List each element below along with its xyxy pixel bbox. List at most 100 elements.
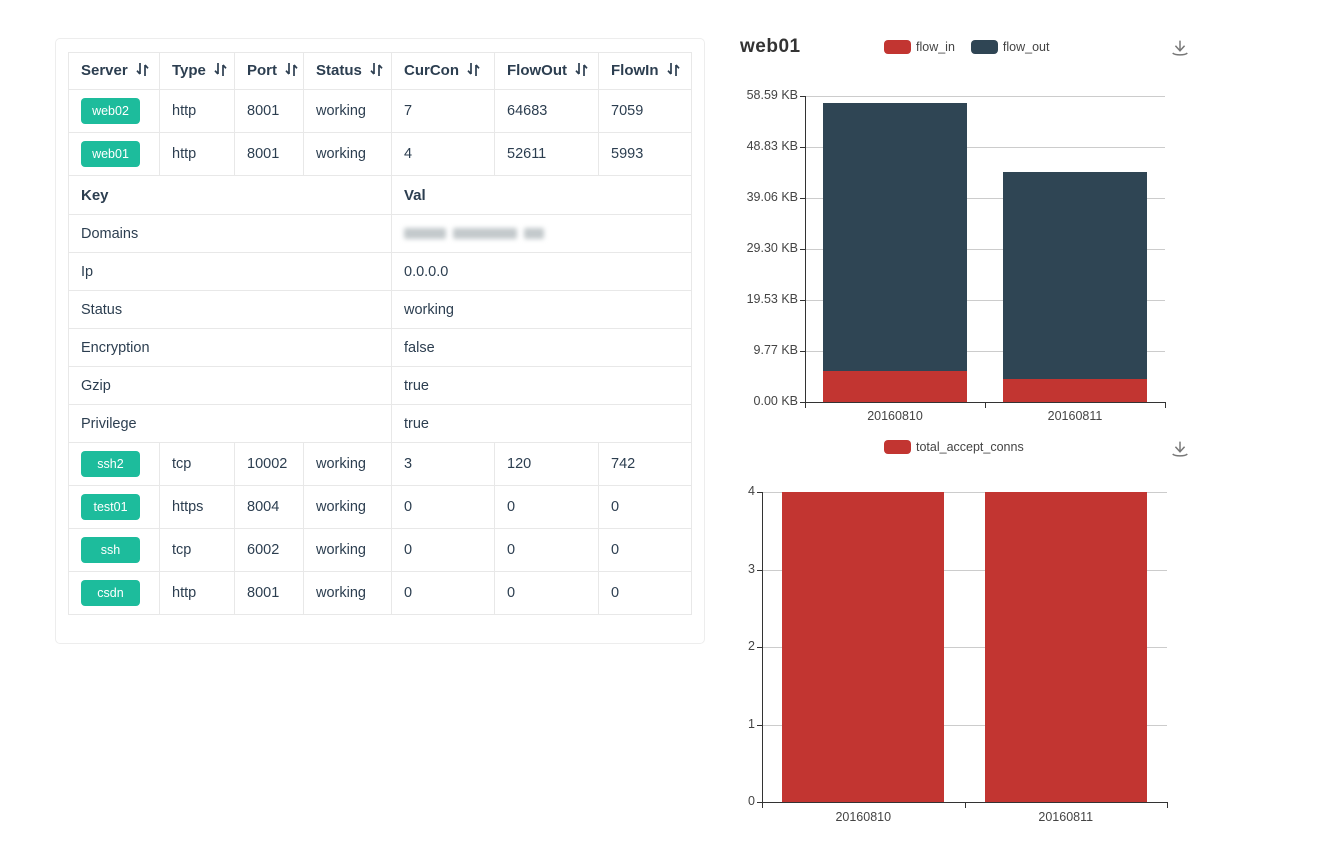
column-header-flowin[interactable]: FlowIn <box>599 53 692 90</box>
x-axis-label: 20160810 <box>762 810 965 824</box>
detail-row: Privilege true <box>69 405 692 443</box>
server-cell: web01 <box>69 133 160 176</box>
flowout-cell: 0 <box>495 486 599 529</box>
curcon-cell: 3 <box>392 443 495 486</box>
status-cell: working <box>304 133 392 176</box>
y-axis-label: 9.77 KB <box>703 343 798 357</box>
y-axis-label: 0.00 KB <box>703 394 798 408</box>
type-cell: https <box>160 486 235 529</box>
sort-icon <box>467 62 480 81</box>
server-badge-test01[interactable]: test01 <box>81 494 140 520</box>
y-axis-label: 29.30 KB <box>703 241 798 255</box>
chart2-legend: total_accept_conns <box>884 440 1024 454</box>
port-cell: 8001 <box>235 133 304 176</box>
detail-key: Domains <box>69 215 392 253</box>
flowin-cell: 0 <box>599 572 692 615</box>
status-cell: working <box>304 443 392 486</box>
legend-label: flow_in <box>916 40 955 54</box>
type-cell: tcp <box>160 529 235 572</box>
y-axis-label: 39.06 KB <box>703 190 798 204</box>
detail-key: Gzip <box>69 367 392 405</box>
flowout-cell: 0 <box>495 572 599 615</box>
server-cell: ssh <box>69 529 160 572</box>
flowin-cell: 5993 <box>599 133 692 176</box>
column-header-curcon[interactable]: CurCon <box>392 53 495 90</box>
detail-val: true <box>392 367 692 405</box>
x-axis-label: 20160811 <box>965 810 1168 824</box>
column-header-status[interactable]: Status <box>304 53 392 90</box>
flowin-cell: 742 <box>599 443 692 486</box>
port-cell: 8004 <box>235 486 304 529</box>
flowin-cell: 7059 <box>599 90 692 133</box>
download-icon[interactable] <box>1169 37 1191 59</box>
x-axis-tick <box>805 402 806 408</box>
detail-key-header: Key <box>69 176 392 215</box>
sort-icon <box>136 62 149 81</box>
server-table-card: Server Type Port Status CurCon FlowOut F… <box>55 38 705 644</box>
column-header-port[interactable]: Port <box>235 53 304 90</box>
port-cell: 8001 <box>235 90 304 133</box>
flowout-cell: 52611 <box>495 133 599 176</box>
server-cell: csdn <box>69 572 160 615</box>
detail-row: Domains <box>69 215 692 253</box>
detail-key: Status <box>69 291 392 329</box>
download-icon[interactable] <box>1169 438 1191 460</box>
x-axis-line <box>762 802 1168 803</box>
server-cell: ssh2 <box>69 443 160 486</box>
y-axis-label: 0 <box>660 794 755 808</box>
chart1-title: web01 <box>740 36 801 58</box>
legend-label: flow_out <box>1003 40 1050 54</box>
status-cell: working <box>304 486 392 529</box>
curcon-cell: 7 <box>392 90 495 133</box>
y-axis-line <box>805 96 806 402</box>
masked-domain-value <box>453 228 517 239</box>
type-cell: http <box>160 90 235 133</box>
detail-val-masked <box>392 215 692 253</box>
legend-item-flow_in[interactable]: flow_in <box>884 40 955 54</box>
sort-icon <box>575 62 588 81</box>
legend-swatch <box>971 40 998 54</box>
table-row: csdn http 8001 working 0 0 0 <box>69 572 692 615</box>
column-label: Status <box>316 62 362 79</box>
column-header-server[interactable]: Server <box>69 53 160 90</box>
bar-segment-total_accept_conns <box>782 492 944 802</box>
status-cell: working <box>304 90 392 133</box>
detail-row: Ip 0.0.0.0 <box>69 253 692 291</box>
flowout-cell: 64683 <box>495 90 599 133</box>
curcon-cell: 0 <box>392 572 495 615</box>
x-axis-label: 20160810 <box>805 409 985 423</box>
table-row: web02 http 8001 working 7 64683 7059 <box>69 90 692 133</box>
column-header-type[interactable]: Type <box>160 53 235 90</box>
column-label: Type <box>172 62 206 79</box>
legend-label: total_accept_conns <box>916 440 1024 454</box>
type-cell: http <box>160 572 235 615</box>
server-badge-web02[interactable]: web02 <box>81 98 140 124</box>
detail-key: Encryption <box>69 329 392 367</box>
sort-icon <box>214 62 227 81</box>
table-row: web01 http 8001 working 4 52611 5993 <box>69 133 692 176</box>
server-cell: web02 <box>69 90 160 133</box>
detail-val: false <box>392 329 692 367</box>
column-header-flowout[interactable]: FlowOut <box>495 53 599 90</box>
flowout-cell: 0 <box>495 529 599 572</box>
server-badge-csdn[interactable]: csdn <box>81 580 140 606</box>
detail-header-row: Key Val <box>69 176 692 215</box>
bar-segment-flow_out <box>1003 172 1147 379</box>
column-label: Server <box>81 62 128 79</box>
legend-item-flow_out[interactable]: flow_out <box>971 40 1050 54</box>
legend-swatch <box>884 440 911 454</box>
server-badge-ssh2[interactable]: ssh2 <box>81 451 140 477</box>
detail-key: Privilege <box>69 405 392 443</box>
server-cell: test01 <box>69 486 160 529</box>
sort-icon <box>667 62 680 81</box>
x-axis-line <box>805 402 1166 403</box>
legend-item-total_accept_conns[interactable]: total_accept_conns <box>884 440 1024 454</box>
y-axis-label: 19.53 KB <box>703 292 798 306</box>
x-axis-label: 20160811 <box>985 409 1165 423</box>
detail-row: Gzip true <box>69 367 692 405</box>
type-cell: tcp <box>160 443 235 486</box>
server-badge-ssh[interactable]: ssh <box>81 537 140 563</box>
bar-segment-flow_in <box>1003 379 1147 402</box>
server-badge-web01[interactable]: web01 <box>81 141 140 167</box>
detail-val: true <box>392 405 692 443</box>
